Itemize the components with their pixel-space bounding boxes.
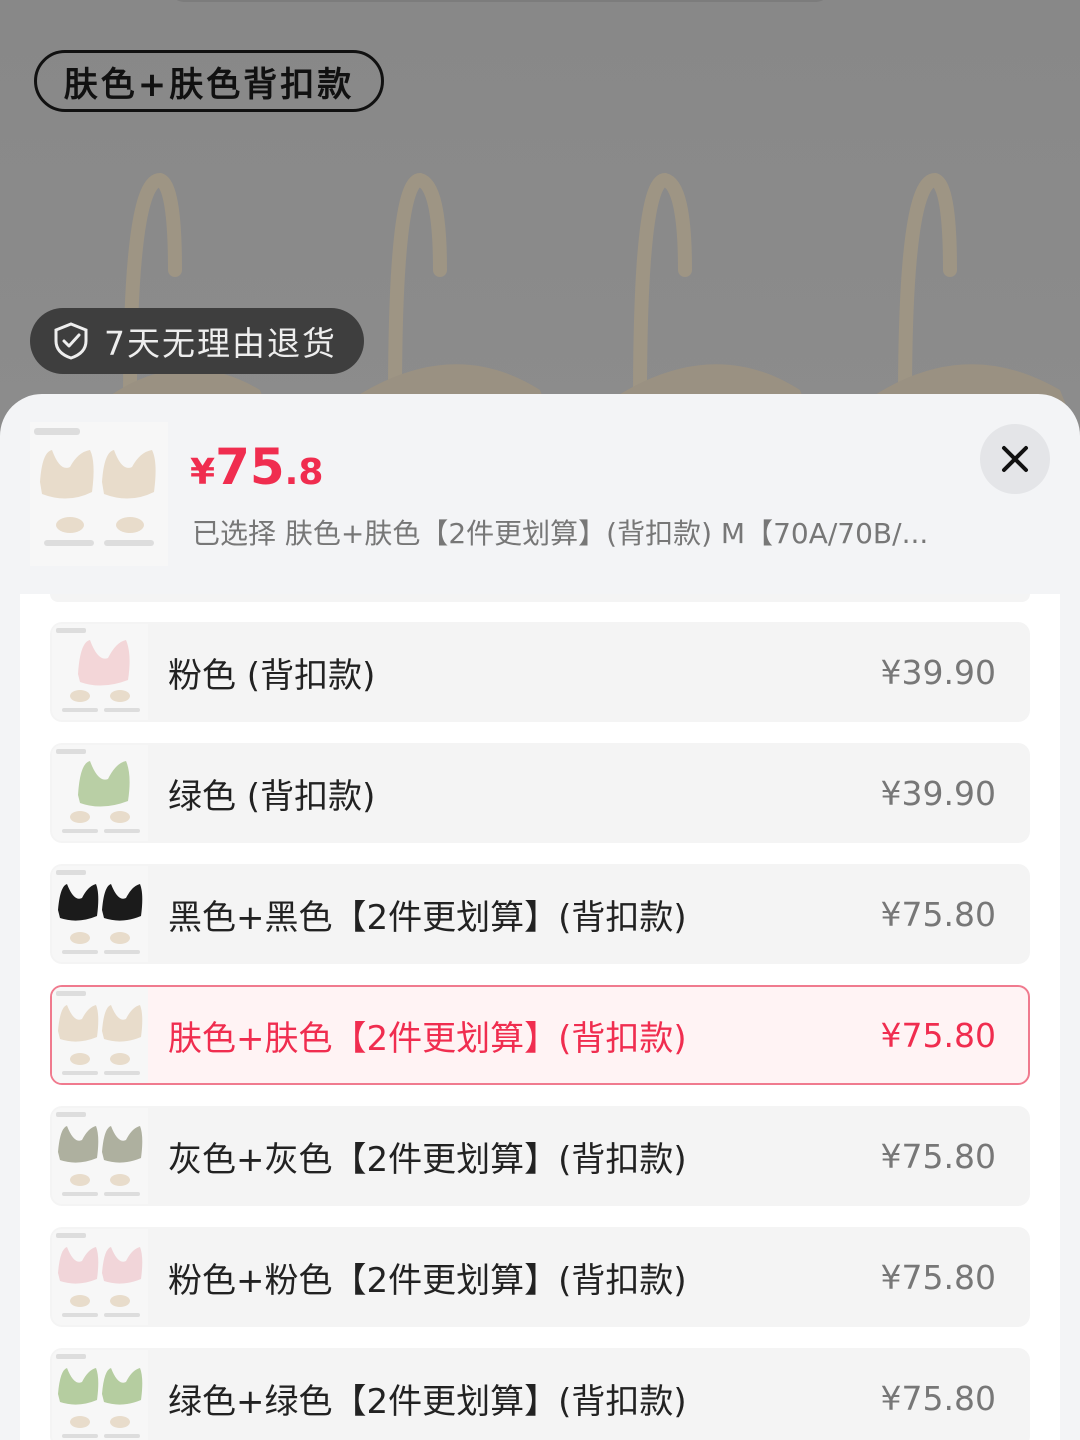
- sku-option-thumbnail: [52, 1108, 148, 1204]
- selected-spec-text: 已选择 肤色+肤色【2件更划算】(背扣款) M【70A/70B/...: [192, 517, 929, 550]
- list-scroll-edge: [50, 594, 1030, 602]
- sku-option[interactable]: 粉色 (背扣款) ¥39.90: [50, 622, 1030, 722]
- image-pager-bar: [170, 0, 830, 2]
- sheet-header: ¥ 75 .8 已选择 肤色+肤色【2件更划算】(背扣款) M【70A/70B/…: [0, 394, 1080, 594]
- sku-option-thumbnail: [52, 866, 148, 962]
- sku-option-price: ¥75.80: [880, 1257, 996, 1297]
- sku-option[interactable]: 粉色+粉色【2件更划算】(背扣款) ¥75.80: [50, 1227, 1030, 1327]
- sku-option[interactable]: 绿色+绿色【2件更划算】(背扣款) ¥75.80: [50, 1348, 1030, 1440]
- selected-price: ¥ 75 .8: [190, 438, 323, 496]
- sku-option-label: 灰色+灰色【2件更划算】(背扣款): [168, 1139, 687, 1180]
- return-policy-badge: 7天无理由退货: [30, 308, 364, 374]
- option-list[interactable]: 粉色 (背扣款) ¥39.90 绿色 (背扣款) ¥39.90 黑色+黑色【2件更划算】…: [20, 594, 1060, 1440]
- sku-option-thumbnail: [52, 1350, 148, 1440]
- return-policy-text: 7天无理由退货: [104, 324, 337, 363]
- sku-option-label: 绿色 (背扣款): [168, 776, 376, 817]
- sku-option-label: 绿色+绿色【2件更划算】(背扣款): [168, 1381, 687, 1422]
- sku-option-label: 粉色+粉色【2件更划算】(背扣款): [168, 1260, 687, 1301]
- selected-product-thumbnail: [30, 422, 168, 566]
- sku-option-price: ¥75.80: [880, 1136, 996, 1176]
- price-decimal: .8: [284, 452, 324, 493]
- sku-option-label: 肤色+肤色【2件更划算】(背扣款): [168, 1018, 687, 1059]
- sku-selector-sheet: ¥ 75 .8 已选择 肤色+肤色【2件更划算】(背扣款) M【70A/70B/…: [0, 394, 1080, 1440]
- price-currency: ¥: [190, 452, 216, 493]
- sku-option-thumbnail: [52, 1229, 148, 1325]
- sku-option-thumbnail: [52, 745, 148, 841]
- close-icon: [1002, 446, 1028, 472]
- sku-option-price: ¥75.80: [880, 894, 996, 934]
- sku-option-price: ¥75.80: [880, 1015, 996, 1055]
- price-integer: 75: [215, 438, 285, 496]
- sku-option-price: ¥39.90: [880, 652, 996, 692]
- product-image-area: 肤色+肤色背扣款 7天无理由退货: [0, 0, 1080, 440]
- sku-option-thumbnail: [52, 624, 148, 720]
- variant-tag: 肤色+肤色背扣款: [34, 50, 384, 112]
- sku-option-price: ¥75.80: [880, 1378, 996, 1418]
- sku-option-thumbnail: [52, 987, 148, 1083]
- sku-option[interactable]: 肤色+肤色【2件更划算】(背扣款) ¥75.80: [50, 985, 1030, 1085]
- sku-option[interactable]: 绿色 (背扣款) ¥39.90: [50, 743, 1030, 843]
- sku-option-label: 黑色+黑色【2件更划算】(背扣款): [168, 897, 687, 938]
- sku-option-price: ¥39.90: [880, 773, 996, 813]
- shield-check-icon: [54, 322, 88, 360]
- sku-option-label: 粉色 (背扣款): [168, 655, 376, 696]
- sku-option[interactable]: 黑色+黑色【2件更划算】(背扣款) ¥75.80: [50, 864, 1030, 964]
- close-button[interactable]: [980, 424, 1050, 494]
- sku-option[interactable]: 灰色+灰色【2件更划算】(背扣款) ¥75.80: [50, 1106, 1030, 1206]
